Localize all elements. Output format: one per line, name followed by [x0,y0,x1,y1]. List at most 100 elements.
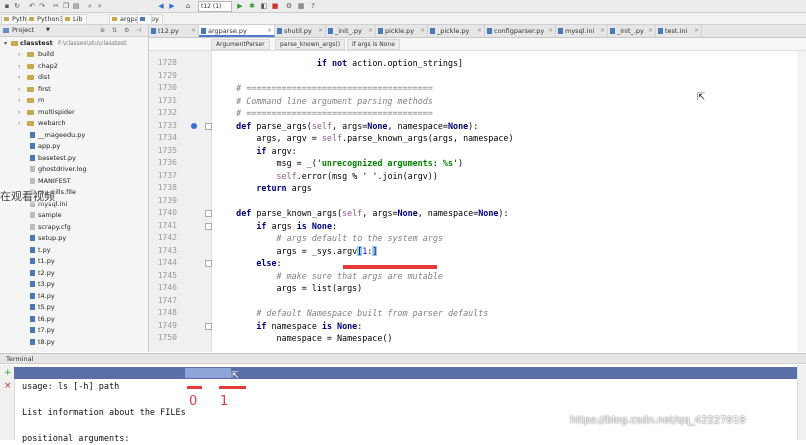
nav-crumb-2[interactable]: Lib [62,14,87,25]
chevron-down-icon[interactable]: ▾ [4,38,10,49]
chevron-right-icon[interactable]: › [18,84,24,95]
settings-icon[interactable]: ⚙ [285,2,293,10]
code-line[interactable]: self.error(msg % ' '.join(argv)) [216,170,438,183]
override-marker-icon[interactable] [191,122,197,129]
fold-marker-icon[interactable] [205,222,212,230]
gear-icon[interactable]: ⚙ [124,25,129,36]
code-line[interactable]: args = _sys.argv[1:] [216,245,378,258]
terminal-header[interactable]: Terminal [0,353,806,364]
code-editor[interactable]: if not action.option_strings] # ========… [212,51,806,352]
line-number: 1743 [157,245,177,255]
editor-tab[interactable]: _init_.py × [326,25,376,37]
editor-tab[interactable]: mysql.ini × [556,25,608,37]
close-tab-icon[interactable]: × [477,25,482,37]
code-line[interactable]: if not action.option_strings] [216,57,463,70]
code-line[interactable]: namespace = Namespace() [216,332,393,345]
redo-icon[interactable]: ↷ [38,2,46,10]
run-icon[interactable]: ▶ [236,2,244,10]
nav-crumb-3[interactable]: argparse.py [109,14,163,25]
debug-icon[interactable]: ✱ [248,2,256,10]
code-line[interactable]: def parse_args(self, args=None, namespac… [216,120,478,133]
editor-tab[interactable]: _pickle.py × [428,25,485,37]
file-icon [30,212,35,218]
close-tab-icon[interactable]: × [267,25,272,37]
code-line[interactable]: if argv: [216,145,296,158]
code-line[interactable]: args = list(args) [216,282,363,295]
file-icon [30,223,35,230]
code-line[interactable]: # args default to the system args [216,232,443,245]
close-tab-icon[interactable]: × [368,25,373,37]
back-icon[interactable]: ◀ [157,2,165,10]
copy-icon[interactable]: ❐ [62,2,70,10]
close-tab-icon[interactable]: × [694,25,699,37]
code-line[interactable]: # make sure that args are mutable [216,270,443,283]
find-icon[interactable]: ⌕ [86,2,94,10]
add-terminal-icon[interactable]: + [4,368,12,378]
chevron-right-icon[interactable]: › [18,118,24,129]
paste-icon[interactable]: ▤ [72,2,80,10]
sync-project-icon[interactable]: ⊕ [100,25,105,36]
editor-scrollbar[interactable] [797,51,806,352]
tree-item-label: m [38,96,45,104]
breadcrumb-block[interactable]: if args is None [347,39,400,50]
editor-tab[interactable]: test.ini × [656,25,702,37]
run-config-select[interactable]: t12 (1) [198,1,232,12]
cut-icon[interactable]: ✂ [52,2,60,10]
close-tab-icon[interactable]: × [318,25,323,37]
help-icon[interactable]: ? [309,2,317,10]
coverage-icon[interactable]: ◧ [260,2,268,10]
editor-tab[interactable]: t12.py × [149,25,199,37]
fold-marker-icon[interactable] [205,122,212,130]
sync-icon[interactable]: ↻ [13,2,21,10]
code-line[interactable]: # default Namespace built from parser de… [216,307,488,320]
terminal-scrollbar[interactable] [797,365,806,440]
code-line[interactable]: if args is None: [216,220,337,233]
terminal-prompt[interactable]: F:\classes\stu\classtest>python t12.py /… [22,367,252,390]
editor-tab[interactable]: _init_.py × [608,25,656,37]
python-file-icon [30,315,35,322]
close-tab-icon[interactable]: × [600,25,605,37]
close-tab-icon[interactable]: × [420,25,425,37]
breadcrumb-method[interactable]: parse_known_args() [275,39,346,50]
project-panel-header[interactable]: Project ▼ ⊕ ⇅ ⚙ ⊣ [0,25,148,37]
collapse-all-icon[interactable]: ⇅ [112,25,117,36]
chevron-right-icon[interactable]: › [18,72,24,83]
line-number: 1739 [157,195,177,205]
code-line[interactable]: def parse_known_args(self, args=None, na… [216,207,508,220]
stop-icon[interactable]: ■ [271,2,279,10]
line-number: 1728 [157,58,177,67]
close-tab-icon[interactable]: × [648,25,653,37]
chevron-right-icon[interactable]: › [18,61,24,72]
close-tab-icon[interactable]: × [191,25,196,37]
close-tab-icon[interactable]: × [548,25,553,37]
forward-icon[interactable]: ▶ [168,2,176,10]
editor-tab[interactable]: argparse.py × [199,25,275,37]
code-line[interactable]: if namespace is None: [216,320,362,333]
editor-tab[interactable]: shutil.py × [275,25,326,37]
code-line[interactable]: msg = _('unrecognized arguments: %s') [216,157,464,170]
code-line[interactable]: # ===================================== [216,107,433,120]
hide-panel-icon[interactable]: ⊣ [136,25,141,36]
chevron-down-icon[interactable]: ▼ [46,25,50,36]
replace-icon[interactable]: ⌕ [96,2,104,10]
chevron-right-icon[interactable]: › [18,107,24,118]
code-line[interactable]: return args [216,182,311,195]
code-line[interactable]: # Command line argument parsing methods [216,95,433,108]
fold-marker-icon[interactable] [205,322,212,330]
chevron-right-icon[interactable]: › [18,95,24,106]
code-line[interactable]: # ===================================== [216,82,433,95]
close-terminal-icon[interactable]: × [4,381,12,391]
editor-tab[interactable]: pickle.py × [376,25,428,37]
breadcrumb-class[interactable]: ArgumentParser [211,39,270,50]
structure-icon[interactable]: ▦ [297,2,305,10]
save-icon[interactable]: ▪ [3,2,11,10]
nav-crumb-4[interactable] [137,14,152,25]
fold-marker-icon[interactable] [205,260,212,267]
chevron-right-icon[interactable]: › [18,49,24,60]
undo-icon[interactable]: ↶ [28,2,36,10]
editor-tab[interactable]: configparser.py × [485,25,556,37]
build-icon[interactable]: ⌂ [184,2,192,10]
code-line[interactable]: args, argv = self.parse_known_args(args,… [216,132,513,145]
code-line[interactable]: else: [216,257,281,270]
fold-marker-icon[interactable] [205,210,212,217]
